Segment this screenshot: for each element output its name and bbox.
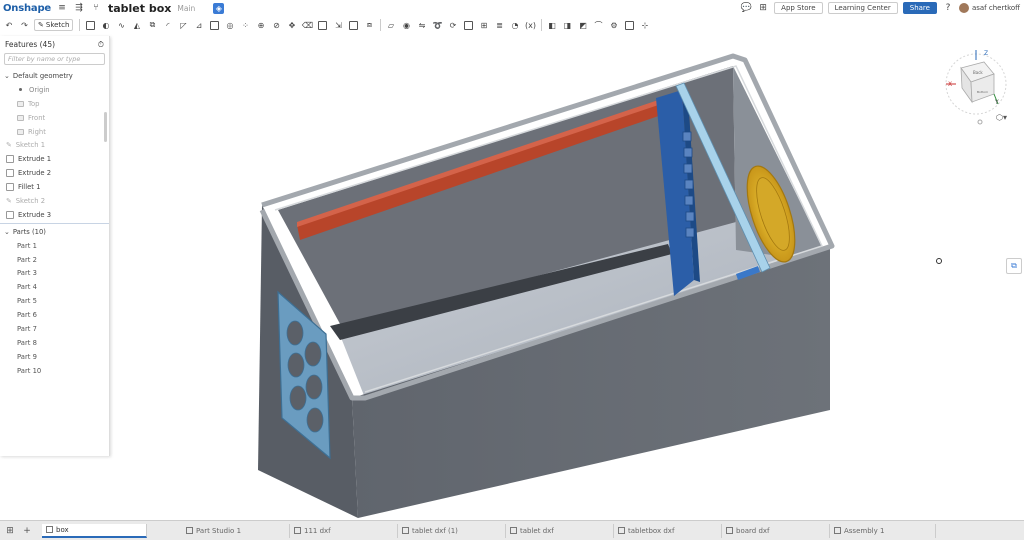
box-model[interactable] (258, 53, 835, 518)
add-tab-icon[interactable]: + (20, 524, 34, 538)
cube-face-front: Bottom (977, 90, 988, 94)
tab-label: board dxf (736, 526, 770, 535)
file-icon (510, 527, 517, 534)
tab-manager-icon[interactable]: ⊞ (3, 524, 17, 538)
axis-x-label: X (948, 81, 952, 88)
assembly-icon (834, 527, 841, 534)
cube-rotate-handle[interactable] (977, 119, 983, 125)
tab-label: tablet dxf (1) (412, 526, 458, 535)
tab-assembly-1[interactable]: Assembly 1 (830, 523, 936, 538)
cube-face-top: Back (973, 70, 983, 75)
tab-label: box (56, 525, 69, 534)
tab-tabletbox-dxf[interactable]: tabletbox dxf (614, 523, 722, 538)
part-studio-icon (186, 527, 193, 534)
tab-tablet-dxf-1[interactable]: tablet dxf (1) (398, 523, 506, 538)
tab-box[interactable]: box (42, 523, 147, 538)
tab-label: tablet dxf (520, 526, 554, 535)
tab-111-dxf[interactable]: 111 dxf (290, 523, 398, 538)
graphics-viewport[interactable] (0, 0, 1024, 540)
tab-bar: ⊞ + box Part Studio 1 111 dxf tablet dxf… (0, 520, 1024, 540)
tab-label: Part Studio 1 (196, 526, 242, 535)
view-cube[interactable]: Back Bottom Z X Y ⬡▾ (936, 46, 1016, 126)
file-icon (402, 527, 409, 534)
tab-label: 111 dxf (304, 526, 331, 535)
tab-label: Assembly 1 (844, 526, 885, 535)
file-icon (294, 527, 301, 534)
appearance-panel-icon[interactable]: ⧉ (1006, 258, 1022, 274)
selection-point-icon (936, 258, 942, 264)
axis-z-label: Z (984, 50, 988, 57)
tab-board-dxf[interactable]: board dxf (722, 523, 830, 538)
tab-part-studio-1[interactable]: Part Studio 1 (182, 523, 290, 538)
axis-y-label: Y (994, 99, 999, 106)
view-options-icon[interactable]: ⬡▾ (996, 113, 1007, 122)
assembly-icon (46, 526, 53, 533)
tab-label: tabletbox dxf (628, 526, 675, 535)
file-icon (618, 527, 625, 534)
tab-tablet-dxf[interactable]: tablet dxf (506, 523, 614, 538)
file-icon (726, 527, 733, 534)
